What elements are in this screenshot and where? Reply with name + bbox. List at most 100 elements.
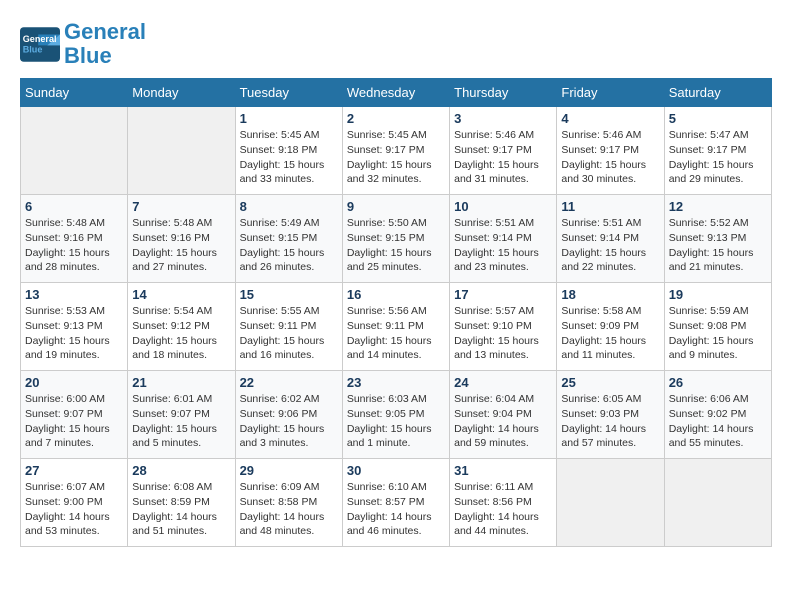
day-info: Sunrise: 6:05 AM Sunset: 9:03 PM Dayligh… <box>561 392 659 451</box>
calendar-cell: 1 Sunrise: 5:45 AM Sunset: 9:18 PM Dayli… <box>235 107 342 195</box>
logo-text-line2: Blue <box>64 44 146 68</box>
day-info: Sunrise: 5:55 AM Sunset: 9:11 PM Dayligh… <box>240 304 338 363</box>
calendar-cell: 26 Sunrise: 6:06 AM Sunset: 9:02 PM Dayl… <box>664 371 771 459</box>
calendar-cell: 5 Sunrise: 5:47 AM Sunset: 9:17 PM Dayli… <box>664 107 771 195</box>
day-info: Sunrise: 5:47 AM Sunset: 9:17 PM Dayligh… <box>669 128 767 187</box>
calendar-cell: 20 Sunrise: 6:00 AM Sunset: 9:07 PM Dayl… <box>21 371 128 459</box>
day-number: 29 <box>240 463 338 478</box>
day-number: 5 <box>669 111 767 126</box>
day-info: Sunrise: 6:09 AM Sunset: 8:58 PM Dayligh… <box>240 480 338 539</box>
calendar-cell: 22 Sunrise: 6:02 AM Sunset: 9:06 PM Dayl… <box>235 371 342 459</box>
calendar-week-row: 1 Sunrise: 5:45 AM Sunset: 9:18 PM Dayli… <box>21 107 772 195</box>
day-number: 8 <box>240 199 338 214</box>
calendar-cell: 17 Sunrise: 5:57 AM Sunset: 9:10 PM Dayl… <box>450 283 557 371</box>
day-info: Sunrise: 5:54 AM Sunset: 9:12 PM Dayligh… <box>132 304 230 363</box>
calendar-week-row: 6 Sunrise: 5:48 AM Sunset: 9:16 PM Dayli… <box>21 195 772 283</box>
day-number: 12 <box>669 199 767 214</box>
calendar-cell: 9 Sunrise: 5:50 AM Sunset: 9:15 PM Dayli… <box>342 195 449 283</box>
calendar-cell: 12 Sunrise: 5:52 AM Sunset: 9:13 PM Dayl… <box>664 195 771 283</box>
day-number: 14 <box>132 287 230 302</box>
day-number: 23 <box>347 375 445 390</box>
weekday-header: Monday <box>128 79 235 107</box>
day-info: Sunrise: 6:08 AM Sunset: 8:59 PM Dayligh… <box>132 480 230 539</box>
calendar-cell: 30 Sunrise: 6:10 AM Sunset: 8:57 PM Dayl… <box>342 459 449 547</box>
calendar-cell: 11 Sunrise: 5:51 AM Sunset: 9:14 PM Dayl… <box>557 195 664 283</box>
day-number: 27 <box>25 463 123 478</box>
day-number: 30 <box>347 463 445 478</box>
day-info: Sunrise: 5:53 AM Sunset: 9:13 PM Dayligh… <box>25 304 123 363</box>
day-info: Sunrise: 6:01 AM Sunset: 9:07 PM Dayligh… <box>132 392 230 451</box>
day-info: Sunrise: 5:48 AM Sunset: 9:16 PM Dayligh… <box>132 216 230 275</box>
calendar-cell: 24 Sunrise: 6:04 AM Sunset: 9:04 PM Dayl… <box>450 371 557 459</box>
calendar-cell: 13 Sunrise: 5:53 AM Sunset: 9:13 PM Dayl… <box>21 283 128 371</box>
calendar-cell: 16 Sunrise: 5:56 AM Sunset: 9:11 PM Dayl… <box>342 283 449 371</box>
day-number: 26 <box>669 375 767 390</box>
calendar-cell: 31 Sunrise: 6:11 AM Sunset: 8:56 PM Dayl… <box>450 459 557 547</box>
day-number: 20 <box>25 375 123 390</box>
day-info: Sunrise: 5:45 AM Sunset: 9:17 PM Dayligh… <box>347 128 445 187</box>
calendar-week-row: 20 Sunrise: 6:00 AM Sunset: 9:07 PM Dayl… <box>21 371 772 459</box>
calendar-table: SundayMondayTuesdayWednesdayThursdayFrid… <box>20 78 772 547</box>
day-number: 21 <box>132 375 230 390</box>
day-info: Sunrise: 6:02 AM Sunset: 9:06 PM Dayligh… <box>240 392 338 451</box>
calendar-cell: 21 Sunrise: 6:01 AM Sunset: 9:07 PM Dayl… <box>128 371 235 459</box>
calendar-cell <box>664 459 771 547</box>
day-info: Sunrise: 5:58 AM Sunset: 9:09 PM Dayligh… <box>561 304 659 363</box>
svg-text:Blue: Blue <box>23 44 43 54</box>
calendar-cell: 27 Sunrise: 6:07 AM Sunset: 9:00 PM Dayl… <box>21 459 128 547</box>
day-number: 13 <box>25 287 123 302</box>
weekday-header: Wednesday <box>342 79 449 107</box>
day-number: 6 <box>25 199 123 214</box>
day-info: Sunrise: 6:00 AM Sunset: 9:07 PM Dayligh… <box>25 392 123 451</box>
day-info: Sunrise: 5:52 AM Sunset: 9:13 PM Dayligh… <box>669 216 767 275</box>
weekday-header: Sunday <box>21 79 128 107</box>
day-number: 16 <box>347 287 445 302</box>
day-info: Sunrise: 5:51 AM Sunset: 9:14 PM Dayligh… <box>454 216 552 275</box>
calendar-cell: 4 Sunrise: 5:46 AM Sunset: 9:17 PM Dayli… <box>557 107 664 195</box>
day-info: Sunrise: 6:06 AM Sunset: 9:02 PM Dayligh… <box>669 392 767 451</box>
weekday-header: Tuesday <box>235 79 342 107</box>
day-number: 15 <box>240 287 338 302</box>
day-number: 25 <box>561 375 659 390</box>
day-number: 7 <box>132 199 230 214</box>
day-info: Sunrise: 6:07 AM Sunset: 9:00 PM Dayligh… <box>25 480 123 539</box>
calendar-cell: 3 Sunrise: 5:46 AM Sunset: 9:17 PM Dayli… <box>450 107 557 195</box>
day-number: 19 <box>669 287 767 302</box>
day-info: Sunrise: 5:56 AM Sunset: 9:11 PM Dayligh… <box>347 304 445 363</box>
weekday-header: Thursday <box>450 79 557 107</box>
logo-text-line1: General <box>64 20 146 44</box>
calendar-cell: 23 Sunrise: 6:03 AM Sunset: 9:05 PM Dayl… <box>342 371 449 459</box>
day-number: 10 <box>454 199 552 214</box>
day-number: 11 <box>561 199 659 214</box>
day-info: Sunrise: 6:03 AM Sunset: 9:05 PM Dayligh… <box>347 392 445 451</box>
calendar-week-row: 27 Sunrise: 6:07 AM Sunset: 9:00 PM Dayl… <box>21 459 772 547</box>
day-info: Sunrise: 5:48 AM Sunset: 9:16 PM Dayligh… <box>25 216 123 275</box>
weekday-header: Saturday <box>664 79 771 107</box>
day-number: 22 <box>240 375 338 390</box>
day-info: Sunrise: 6:04 AM Sunset: 9:04 PM Dayligh… <box>454 392 552 451</box>
calendar-cell: 14 Sunrise: 5:54 AM Sunset: 9:12 PM Dayl… <box>128 283 235 371</box>
day-info: Sunrise: 5:46 AM Sunset: 9:17 PM Dayligh… <box>454 128 552 187</box>
day-number: 3 <box>454 111 552 126</box>
page-header: General Blue General Blue <box>20 20 772 68</box>
calendar-cell <box>128 107 235 195</box>
day-info: Sunrise: 6:10 AM Sunset: 8:57 PM Dayligh… <box>347 480 445 539</box>
day-number: 31 <box>454 463 552 478</box>
day-number: 18 <box>561 287 659 302</box>
day-number: 1 <box>240 111 338 126</box>
calendar-header-row: SundayMondayTuesdayWednesdayThursdayFrid… <box>21 79 772 107</box>
svg-text:General: General <box>23 33 57 43</box>
day-info: Sunrise: 5:45 AM Sunset: 9:18 PM Dayligh… <box>240 128 338 187</box>
calendar-cell: 18 Sunrise: 5:58 AM Sunset: 9:09 PM Dayl… <box>557 283 664 371</box>
calendar-cell: 8 Sunrise: 5:49 AM Sunset: 9:15 PM Dayli… <box>235 195 342 283</box>
calendar-cell <box>557 459 664 547</box>
calendar-cell: 28 Sunrise: 6:08 AM Sunset: 8:59 PM Dayl… <box>128 459 235 547</box>
day-number: 28 <box>132 463 230 478</box>
calendar-cell: 10 Sunrise: 5:51 AM Sunset: 9:14 PM Dayl… <box>450 195 557 283</box>
calendar-cell: 29 Sunrise: 6:09 AM Sunset: 8:58 PM Dayl… <box>235 459 342 547</box>
calendar-week-row: 13 Sunrise: 5:53 AM Sunset: 9:13 PM Dayl… <box>21 283 772 371</box>
calendar-cell <box>21 107 128 195</box>
day-number: 24 <box>454 375 552 390</box>
day-info: Sunrise: 5:46 AM Sunset: 9:17 PM Dayligh… <box>561 128 659 187</box>
day-number: 17 <box>454 287 552 302</box>
